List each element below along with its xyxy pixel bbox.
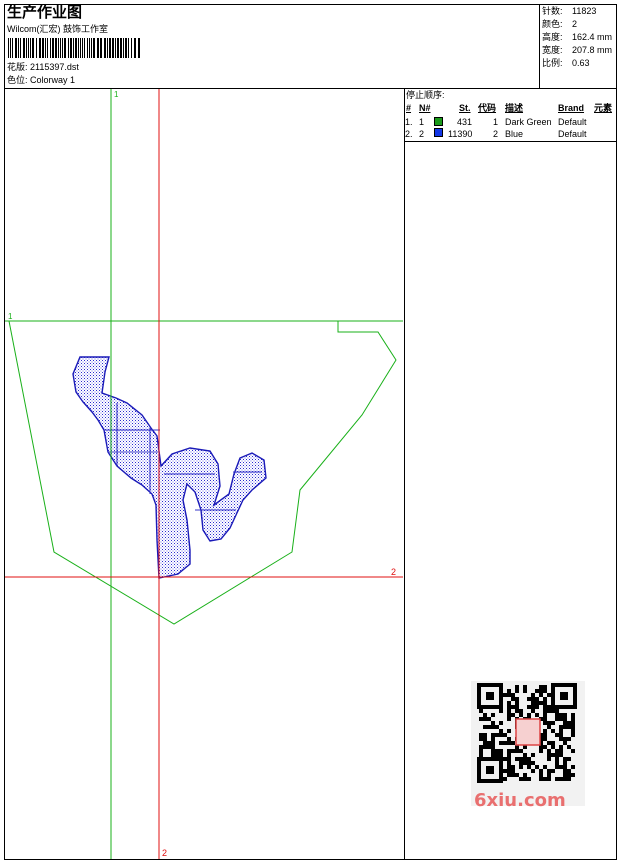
column-header: Brand — [558, 103, 585, 113]
row-stitches: 11390 — [448, 129, 473, 139]
qr-code — [471, 681, 585, 806]
stat-value: 0.63 — [572, 58, 590, 68]
row-needle: 2 — [419, 129, 425, 139]
stat-value: 2 — [572, 19, 578, 29]
stat-value: 11823 — [572, 6, 597, 16]
column-header: # — [406, 103, 412, 113]
row-description: Dark Green — [505, 117, 552, 127]
stat-value: 162.4 mm — [572, 32, 613, 42]
column-header: 代码 — [478, 103, 497, 113]
row-code: 1 — [493, 117, 499, 127]
row-description: Blue — [505, 129, 524, 139]
column-header: St. — [459, 103, 471, 113]
studio-name: Wilcom(汇宏) 鼓饰工作室 — [7, 24, 108, 34]
row-stitches: 431 — [457, 117, 473, 127]
column-header: 描述 — [505, 103, 524, 113]
row-code: 2 — [493, 129, 499, 139]
stop-sequence-title: 停止顺序: — [406, 90, 445, 100]
green-horizontal-label: 1 — [8, 312, 13, 321]
stat-label: 针数: — [542, 6, 563, 16]
stat-label: 颜色: — [542, 19, 563, 29]
row-index: 1. — [405, 117, 413, 127]
production-sheet: 生产作业图 Wilcom(汇宏) 鼓饰工作室 花版: 2115397.dst 色… — [0, 0, 620, 861]
red-vertical-label: 2 — [162, 848, 168, 858]
row-needle: 1 — [419, 117, 425, 127]
green-vertical-label: 1 — [114, 90, 119, 99]
column-header: 元素 — [594, 103, 613, 113]
design-file-label: 花版: 2115397.dst — [7, 62, 79, 72]
embroidery-design — [5, 89, 403, 859]
column-header: N# — [419, 103, 431, 113]
color-swatch — [434, 117, 443, 126]
watermark-logo: 6xiu.com — [474, 790, 566, 811]
color-swatch — [434, 128, 443, 137]
right-panel-divider — [404, 141, 617, 142]
row-brand: Default — [558, 117, 587, 127]
barcode — [8, 38, 140, 58]
red-horizontal-label: 2 — [391, 567, 397, 577]
row-index: 2. — [405, 129, 413, 139]
page-title: 生产作业图 — [7, 4, 83, 21]
stat-label: 比例: — [542, 58, 563, 68]
stat-label: 宽度: — [542, 45, 563, 55]
stat-label: 高度: — [542, 32, 563, 42]
row-brand: Default — [558, 129, 587, 139]
blue-fill-motif — [72, 356, 267, 579]
colorway-label: 色位: Colorway 1 — [7, 75, 76, 85]
stat-value: 207.8 mm — [572, 45, 613, 55]
